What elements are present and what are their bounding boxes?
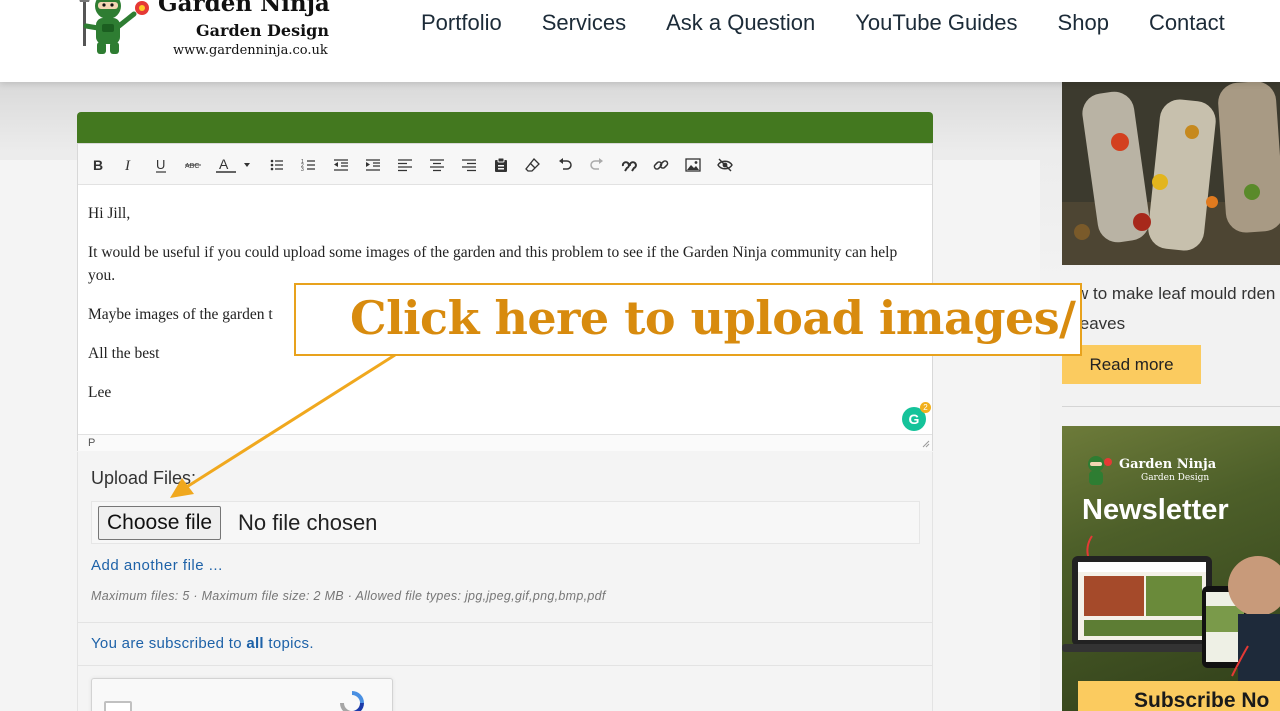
annotation-callout: Click here to upload images/ xyxy=(294,283,1082,356)
captcha-section xyxy=(77,665,933,711)
main-nav: Portfolio Services Ask a Question YouTub… xyxy=(421,10,1265,36)
choose-file-button[interactable]: Choose file xyxy=(98,506,222,540)
site-logo[interactable]: Garden Ninja Garden Design www.gardennin… xyxy=(76,0,336,62)
subscribe-now-button[interactable]: Subscribe No xyxy=(1078,681,1280,711)
preview-icon[interactable] xyxy=(713,154,737,176)
nav-item-youtube-guides[interactable]: YouTube Guides xyxy=(855,10,1017,36)
file-status-text: No file chosen xyxy=(238,510,378,535)
text-color-icon[interactable]: A xyxy=(214,154,254,176)
subscription-prefix: You are subscribed to xyxy=(91,635,247,652)
italic-icon[interactable]: I xyxy=(117,154,141,176)
logo-url: www.gardenninja.co.uk xyxy=(173,43,328,58)
indent-icon[interactable] xyxy=(361,154,385,176)
ad-headline: Newsletter xyxy=(1082,494,1229,526)
svg-text:B: B xyxy=(93,157,103,173)
subscription-status: You are subscribed to all topics. xyxy=(77,622,933,666)
strikethrough-icon[interactable]: ABC xyxy=(181,154,205,176)
ninja-mascot-icon xyxy=(79,0,149,54)
blockquote-icon[interactable] xyxy=(617,154,641,176)
editor-paragraph: Lee xyxy=(88,384,112,401)
align-center-icon[interactable] xyxy=(425,154,449,176)
logo-title: Garden Ninja xyxy=(158,0,330,17)
image-icon[interactable] xyxy=(681,154,705,176)
annotation-text: Click here to upload images/ xyxy=(350,291,1076,345)
recaptcha-widget xyxy=(91,678,393,711)
nav-item-shop[interactable]: Shop xyxy=(1058,10,1109,36)
editor-paragraph: It would be useful if you could upload s… xyxy=(88,244,898,284)
subscription-suffix: topics. xyxy=(263,635,314,652)
logo-subtitle: Garden Design xyxy=(196,21,329,40)
editor-toolbar: B I U ABC A 123 xyxy=(78,144,932,185)
svg-text:U: U xyxy=(156,157,165,172)
redo-icon[interactable] xyxy=(585,154,609,176)
bullet-list-icon[interactable] xyxy=(265,154,289,176)
newsletter-devices-image xyxy=(1062,535,1280,684)
upload-limits-text: Maximum files: 5 · Maximum file size: 2 … xyxy=(91,589,606,603)
logs-leaves-photo-icon xyxy=(1062,82,1280,265)
link-icon[interactable] xyxy=(649,154,673,176)
bold-icon[interactable]: B xyxy=(86,154,110,176)
nav-item-services[interactable]: Services xyxy=(542,10,626,36)
file-input: Choose file No file chosen xyxy=(91,501,920,544)
site-header: Garden Ninja Garden Design www.gardennin… xyxy=(0,0,1280,82)
numbered-list-icon[interactable]: 123 xyxy=(297,154,321,176)
nav-item-contact[interactable]: Contact xyxy=(1149,10,1225,36)
newsletter-ad[interactable]: Garden Ninja Garden Design Newsletter Su… xyxy=(1062,426,1280,711)
ninja-mascot-icon xyxy=(1088,456,1112,485)
svg-text:3: 3 xyxy=(301,167,304,173)
add-another-file-link[interactable]: Add another file ... xyxy=(91,557,223,574)
svg-text:A: A xyxy=(219,157,229,172)
upload-section: Upload Files: Choose file No file chosen… xyxy=(77,452,933,622)
read-more-button[interactable]: Read more xyxy=(1062,345,1201,384)
editor-status-bar: P xyxy=(78,434,932,451)
sidebar-divider xyxy=(1062,406,1280,407)
eraser-icon[interactable] xyxy=(521,154,545,176)
align-left-icon[interactable] xyxy=(393,154,417,176)
svg-text:ABC: ABC xyxy=(185,163,199,170)
underline-icon[interactable]: U xyxy=(149,154,173,176)
ad-logo-subtitle: Garden Design xyxy=(1141,473,1210,483)
leaf-mould-article-image[interactable] xyxy=(1062,82,1280,265)
element-path[interactable]: P xyxy=(88,437,95,449)
reply-card-header xyxy=(77,112,933,143)
recaptcha-checkbox[interactable] xyxy=(104,701,132,711)
nav-item-portfolio[interactable]: Portfolio xyxy=(421,10,502,36)
editor-paragraph: Hi Jill, xyxy=(88,205,131,222)
grammarly-count-badge: 2 xyxy=(920,402,931,413)
align-right-icon[interactable] xyxy=(457,154,481,176)
undo-icon[interactable] xyxy=(553,154,577,176)
ad-logo-title: Garden Ninja xyxy=(1119,457,1217,472)
nav-item-ask-a-question[interactable]: Ask a Question xyxy=(666,10,815,36)
paste-icon[interactable] xyxy=(489,154,513,176)
upload-files-label: Upload Files: xyxy=(91,468,197,488)
outdent-icon[interactable] xyxy=(329,154,353,176)
article-caption[interactable]: w to make leaf mould rden leaves xyxy=(1076,279,1280,339)
resize-handle-icon[interactable] xyxy=(920,438,930,448)
svg-text:I: I xyxy=(124,158,131,173)
subscription-emphasis[interactable]: all xyxy=(246,635,264,652)
recaptcha-logo-icon xyxy=(340,691,364,711)
